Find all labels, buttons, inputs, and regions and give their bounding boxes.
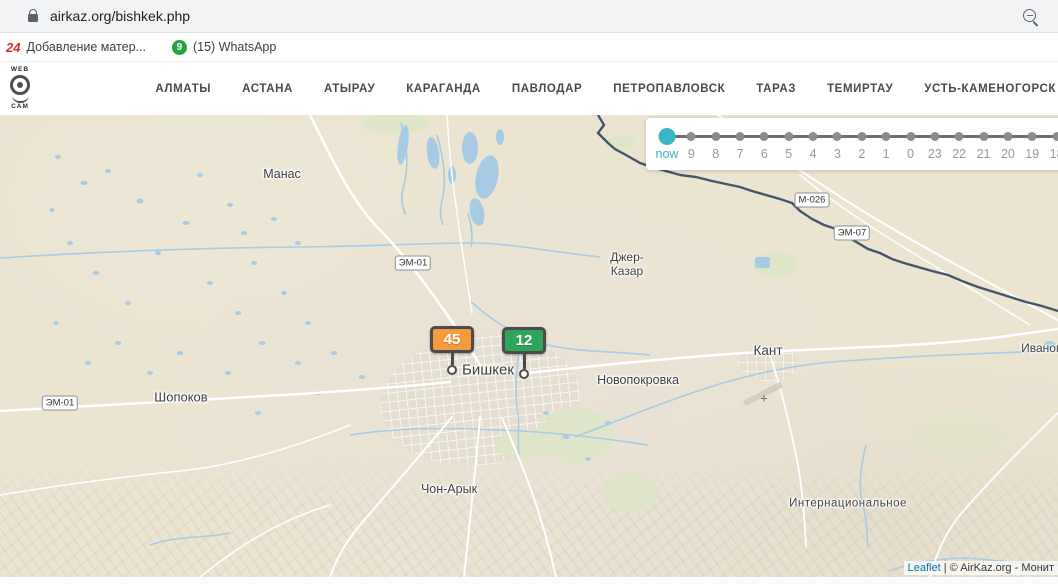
attribution-text: | © AirKaz.org - Монит — [941, 562, 1054, 574]
timeline-dot-4[interactable] — [809, 132, 818, 141]
timeline-tick-6[interactable]: 6 — [761, 147, 768, 161]
timeline-dot-3[interactable] — [833, 132, 842, 141]
timeline-dot-23[interactable] — [930, 132, 939, 141]
map-label-8: Интернациональное — [789, 497, 907, 510]
zoom-out-icon[interactable] — [1023, 9, 1036, 22]
timeline-tick-7[interactable]: 7 — [737, 147, 744, 161]
timeline-tick-now[interactable]: now — [656, 147, 679, 161]
site-header: WEB CAM АЛМАТЫ АСТАНА АТЫРАУ КАРАГАНДА ПАВЛО… — [0, 62, 1058, 115]
map-label-2: Шопоков — [154, 391, 207, 406]
aqi-value-sign[interactable]: 45 — [430, 326, 474, 353]
marker-stem — [523, 354, 526, 369]
timeline-tick-3[interactable]: 3 — [834, 147, 841, 161]
airport-symbol: + — [760, 391, 768, 406]
timeline-tick-0[interactable]: 0 — [907, 147, 914, 161]
lock-icon[interactable] — [28, 14, 38, 22]
map-label-3: Кант — [753, 343, 782, 359]
timeline-dot-5[interactable] — [784, 132, 793, 141]
timeline-dot-now[interactable] — [659, 128, 676, 145]
nav-item-7[interactable]: ТЕМИРТАУ — [827, 83, 893, 95]
map-label-7: Иваново — [1021, 342, 1058, 356]
road-badge-3: ЭМ-07 — [834, 226, 870, 241]
timeline-tick-20[interactable]: 20 — [1001, 147, 1015, 161]
aqi-value-sign[interactable]: 12 — [502, 327, 546, 354]
nav-item-5[interactable]: ПЕТРОПАВЛОВСК — [613, 83, 725, 95]
road-badge-2: М-026 — [795, 193, 830, 208]
nav-item-0[interactable]: АЛМАТЫ — [155, 83, 211, 95]
aqi-marker-45[interactable]: 45 — [430, 326, 474, 375]
map-attribution: Leaflet | © AirKaz.org - Монит — [904, 561, 1058, 575]
timeline-dot-0[interactable] — [906, 132, 915, 141]
marker-foot — [519, 369, 529, 379]
marker-stem — [451, 353, 454, 365]
timeline-tick-19[interactable]: 19 — [1025, 147, 1039, 161]
webcam-logo[interactable]: WEB CAM — [10, 67, 30, 110]
timeline-dot-7[interactable] — [736, 132, 745, 141]
timeline-tick-1[interactable]: 1 — [883, 147, 890, 161]
timeline-tick-5[interactable]: 5 — [785, 147, 792, 161]
bookmark-item-0[interactable]: 24 Добавление матер... — [6, 40, 146, 55]
nav-item-8[interactable]: УСТЬ-КАМЕНОГОРСК — [924, 83, 1056, 95]
timeline-tick-18[interactable]: 18 — [1050, 147, 1058, 161]
timeline-dot-21[interactable] — [979, 132, 988, 141]
url-text[interactable]: airkaz.org/bishkek.php — [50, 8, 190, 24]
bookmark-label-0: Добавление матер... — [26, 40, 145, 54]
bookmark-label-1: (15) WhatsApp — [193, 40, 276, 54]
timeline-tick-23[interactable]: 23 — [928, 147, 942, 161]
timeline-tick-2[interactable]: 2 — [858, 147, 865, 161]
logo-text-top: WEB — [11, 67, 29, 74]
timeline-tick-22[interactable]: 22 — [952, 147, 966, 161]
road-badge-1: ЭМ-01 — [42, 396, 78, 411]
nav-item-3[interactable]: КАРАГАНДА — [406, 83, 481, 95]
timeline-dot-22[interactable] — [955, 132, 964, 141]
map-label-5: Джер- Казар — [610, 251, 644, 279]
timeline-tick-4[interactable]: 4 — [810, 147, 817, 161]
air-quality-map[interactable]: + now9876543210232221201918 Leaflet | © … — [0, 115, 1058, 577]
timeline-tick-9[interactable]: 9 — [688, 147, 695, 161]
bookmarks-bar: 24 Добавление матер... 9 (15) WhatsApp — [0, 33, 1058, 62]
red-24-favicon: 24 — [6, 40, 20, 55]
city-nav: АЛМАТЫ АСТАНА АТЫРАУ КАРАГАНДА ПАВЛОДАР ПЕТРО… — [155, 83, 1058, 95]
green-count-badge: 9 — [172, 40, 187, 55]
browser-address-bar[interactable]: airkaz.org/bishkek.php — [0, 0, 1058, 33]
time-slider[interactable]: now9876543210232221201918 — [646, 118, 1058, 170]
nav-item-4[interactable]: ПАВЛОДАР — [512, 83, 582, 95]
window-bottom-strip — [0, 577, 1058, 584]
timeline-dot-1[interactable] — [882, 132, 891, 141]
aqi-marker-12[interactable]: 12 — [502, 327, 546, 379]
map-label-6: Новопокровка — [597, 373, 679, 387]
timeline-dot-9[interactable] — [687, 132, 696, 141]
nav-item-2[interactable]: АТЫРАУ — [324, 83, 375, 95]
road-badge-0: ЭМ-01 — [395, 256, 431, 271]
camera-icon — [10, 75, 30, 95]
timeline-dot-6[interactable] — [760, 132, 769, 141]
timeline-dot-18[interactable] — [1052, 132, 1058, 141]
nav-item-6[interactable]: ТАРАЗ — [756, 83, 796, 95]
timeline-dot-20[interactable] — [1003, 132, 1012, 141]
timeline-dot-8[interactable] — [711, 132, 720, 141]
timeline-dot-19[interactable] — [1028, 132, 1037, 141]
leaflet-link[interactable]: Leaflet — [908, 562, 941, 574]
timeline-tick-8[interactable]: 8 — [712, 147, 719, 161]
marker-foot — [447, 365, 457, 375]
map-label-1: Манас — [263, 167, 301, 181]
bookmark-item-1[interactable]: 9 (15) WhatsApp — [172, 40, 276, 55]
timeline-tick-21[interactable]: 21 — [977, 147, 991, 161]
nav-item-1[interactable]: АСТАНА — [242, 83, 293, 95]
timeline-dot-2[interactable] — [857, 132, 866, 141]
camera-icon-base — [12, 95, 29, 103]
map-label-4: Чон-Арык — [421, 482, 477, 496]
logo-text-bottom: CAM — [11, 104, 29, 111]
